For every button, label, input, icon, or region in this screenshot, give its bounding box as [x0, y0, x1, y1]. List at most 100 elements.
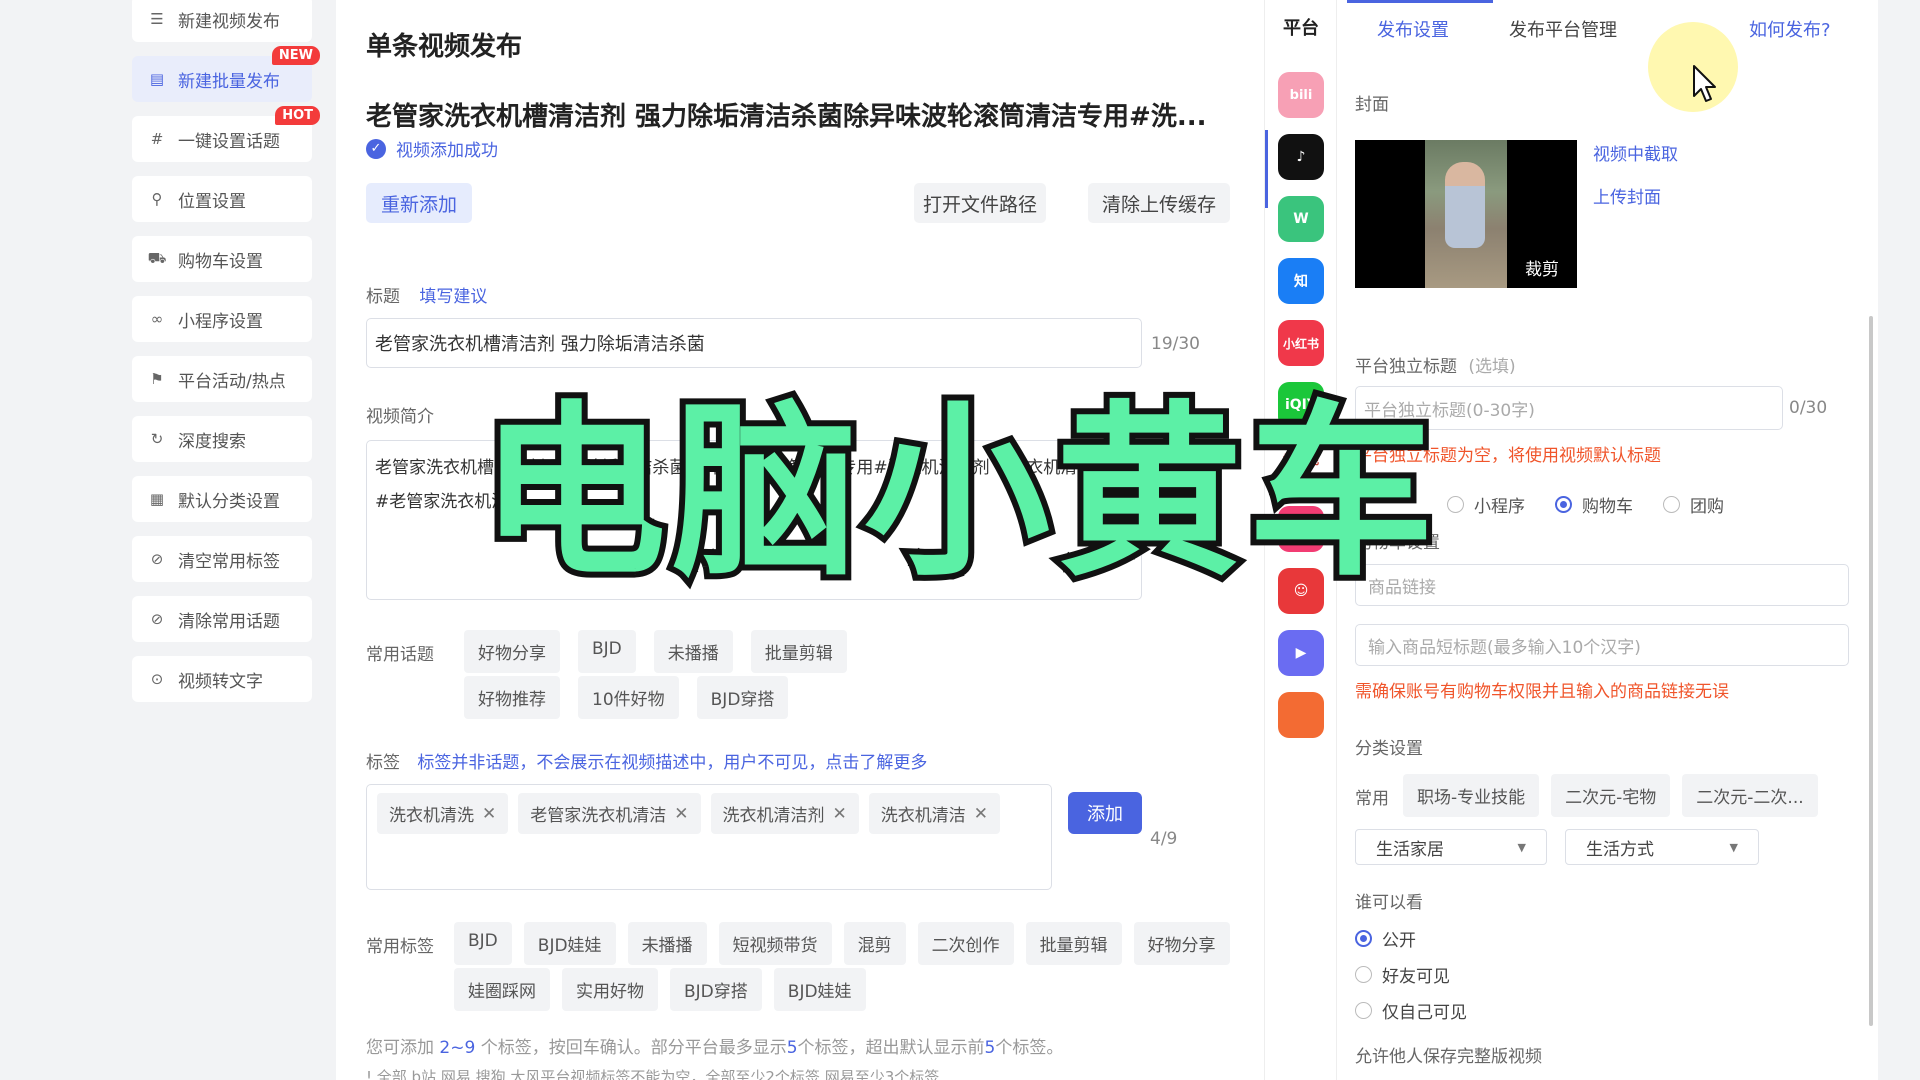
app-icon[interactable]	[1278, 692, 1324, 738]
sidebar-item-label: 位置设置	[178, 191, 246, 212]
common-tag-chip[interactable]: 实用好物	[562, 968, 658, 1011]
clear-cache-button[interactable]: 清除上传缓存	[1088, 183, 1230, 223]
sidebar-item[interactable]: ⊙ 视频转文字	[132, 656, 312, 702]
hint-suffix: 个标签。	[995, 1038, 1064, 1058]
bilibili-icon[interactable]: bili	[1278, 72, 1324, 118]
common-tag-chip[interactable]: 二次创作	[917, 922, 1014, 965]
close-icon[interactable]: ✕	[674, 804, 688, 824]
tags-counter: 4/9	[1150, 829, 1178, 849]
category-chip[interactable]: 二次元-二次...	[1682, 774, 1818, 817]
page-title: 单条视频发布	[366, 32, 523, 62]
topic-chip[interactable]: 批量剪辑	[750, 630, 847, 673]
visibility-radio-label: 好友可见	[1382, 967, 1450, 987]
open-path-button[interactable]: 打开文件路径	[914, 183, 1046, 223]
topic-chip[interactable]: BJD	[578, 630, 636, 673]
close-icon[interactable]: ✕	[833, 804, 847, 824]
short-title-input[interactable]: 输入商品短标题(最多输入10个汉字)	[1355, 624, 1849, 666]
radio-dot	[1447, 496, 1464, 513]
tab-platform-manage[interactable]: 发布平台管理	[1509, 16, 1617, 42]
visibility-radio[interactable]: 公开	[1355, 926, 1416, 951]
topic-chip[interactable]: 未播播	[653, 630, 733, 673]
mount-radio[interactable]: 团购	[1663, 492, 1724, 517]
sidebar-item[interactable]: ↻ 深度搜索	[132, 416, 312, 462]
sidebar-item[interactable]: ☰ 新建视频发布	[132, 0, 312, 42]
add-tag-button[interactable]: 添加	[1068, 792, 1142, 834]
visibility-radio[interactable]: 仅自己可见	[1355, 998, 1467, 1023]
caret-down-icon: ▼	[1729, 840, 1738, 854]
sidebar-item[interactable]: ⚑ 平台活动/热点	[132, 356, 312, 402]
capture-from-video-link[interactable]: 视频中截取	[1593, 140, 1678, 165]
mount-radio[interactable]: 小程序	[1447, 492, 1525, 517]
category-chip[interactable]: 二次元-宅物	[1551, 774, 1671, 817]
sidebar-item[interactable]: ▦ 默认分类设置	[132, 476, 312, 522]
topic-clear-icon: ⊘	[150, 610, 164, 628]
cover-crop-button[interactable]: 裁剪	[1525, 255, 1559, 280]
tag-chip-label: 洗衣机清洁剂	[722, 806, 825, 826]
sidebar-item[interactable]: ⛟ 购物车设置	[132, 236, 312, 282]
close-icon[interactable]: ✕	[482, 804, 496, 824]
cover-label: 封面	[1355, 95, 1389, 115]
visibility-radio[interactable]: 好友可见	[1355, 962, 1450, 987]
topic-chip[interactable]: 好物推荐	[464, 676, 560, 719]
tags-input[interactable]: 洗衣机清洗 ✕ 老管家洗衣机清洁 ✕ 洗衣机清洁剂 ✕ 洗衣机清洁 ✕	[366, 784, 1052, 890]
sidebar-item-label: 小程序设置	[178, 311, 263, 332]
sidebar-item[interactable]: ⊘ 清除常用话题	[132, 596, 312, 642]
common-tag-chip[interactable]: 短视频带货	[718, 922, 832, 965]
sidebar-item-label: 一键设置话题	[178, 131, 280, 152]
common-tag-chip[interactable]: BJD娃娃	[773, 968, 866, 1011]
channels-icon[interactable]: W	[1278, 196, 1324, 242]
title-label-text: 标题	[366, 287, 400, 307]
how-to-publish-link[interactable]: 如何发布?	[1749, 16, 1831, 42]
common-tag-chip[interactable]: 混剪	[843, 922, 906, 965]
tab-publish-settings[interactable]: 发布设置	[1377, 16, 1449, 42]
category-select-secondary[interactable]: 生活方式 ▼	[1565, 829, 1759, 865]
sidebar-item[interactable]: ▤ 新建批量发布 NEW	[132, 46, 320, 102]
tags-note-link[interactable]: 标签并非话题，不会展示在视频描述中，用户不可见，点击了解更多	[417, 753, 927, 773]
common-tag-chip[interactable]: 好物分享	[1133, 922, 1230, 965]
tag-chip: 洗衣机清洗 ✕	[377, 793, 509, 834]
play-icon[interactable]: ▶	[1278, 630, 1324, 676]
category-select-primary[interactable]: 生活家居 ▼	[1355, 829, 1547, 865]
platform-title-label: 平台独立标题 (选填)	[1355, 352, 1516, 377]
cover-preview[interactable]: 裁剪	[1355, 140, 1577, 288]
radio-dot	[1355, 930, 1372, 947]
tag-chip: 洗衣机清洁剂 ✕	[710, 793, 859, 834]
topic-chip[interactable]: 好物分享	[464, 630, 560, 673]
sidebar-item[interactable]: ⚲ 位置设置	[132, 176, 312, 222]
common-tag-chip[interactable]: BJD	[454, 922, 512, 965]
topic-chip[interactable]: BJD穿搭	[696, 676, 789, 719]
mount-radio[interactable]: 购物车	[1555, 492, 1633, 517]
sidebar-item[interactable]: ⊘ 清空常用标签	[132, 536, 312, 582]
caret-down-icon: ▼	[1517, 840, 1526, 854]
common-tag-chip[interactable]: BJD娃娃	[523, 922, 616, 965]
upload-cover-link[interactable]: 上传封面	[1593, 183, 1661, 208]
settings-scrollbar[interactable]	[1869, 316, 1873, 1026]
title-label: 标题 填写建议	[366, 282, 487, 307]
xiaohongshu-icon[interactable]: 小红书	[1278, 320, 1324, 366]
common-tag-chip[interactable]: 娃圈踩网	[454, 968, 550, 1011]
common-tag-chip[interactable]: BJD穿搭	[670, 968, 762, 1011]
title-suggest-link[interactable]: 填写建议	[419, 287, 487, 307]
douyin-icon[interactable]: ♪	[1278, 134, 1324, 180]
tag-chip: 洗衣机清洁 ✕	[868, 793, 1000, 834]
sidebar-item-label: 新建视频发布	[178, 11, 280, 32]
platform-title-optional: (选填)	[1468, 357, 1516, 377]
topic-chip[interactable]: 10件好物	[578, 676, 679, 719]
tab-underline	[1347, 0, 1493, 3]
title-input[interactable]: 老管家洗衣机槽清洁剂 强力除垢清洁杀菌	[366, 318, 1142, 368]
re-add-button[interactable]: 重新添加	[366, 183, 472, 223]
hint-mid2: 个标签，超出默认显示前	[797, 1038, 985, 1058]
close-icon[interactable]: ✕	[974, 804, 988, 824]
sidebar-item[interactable]: ∞ 小程序设置	[132, 296, 312, 342]
zhihu-icon[interactable]: 知	[1278, 258, 1324, 304]
refresh-icon: ↻	[150, 430, 164, 448]
hint-five-a: 5	[786, 1038, 798, 1058]
category-chip[interactable]: 职场-专业技能	[1403, 774, 1540, 817]
location-icon: ⚲	[151, 190, 163, 208]
tag-chip-label: 洗衣机清洗	[389, 806, 474, 826]
check-icon: ✓	[366, 138, 386, 159]
common-tag-chip[interactable]: 未播播	[627, 922, 707, 965]
tag-chip-label: 老管家洗衣机清洁	[530, 806, 667, 826]
sidebar-item[interactable]: # 一键设置话题 HOT	[132, 106, 320, 162]
common-tag-chip[interactable]: 批量剪辑	[1025, 922, 1122, 965]
